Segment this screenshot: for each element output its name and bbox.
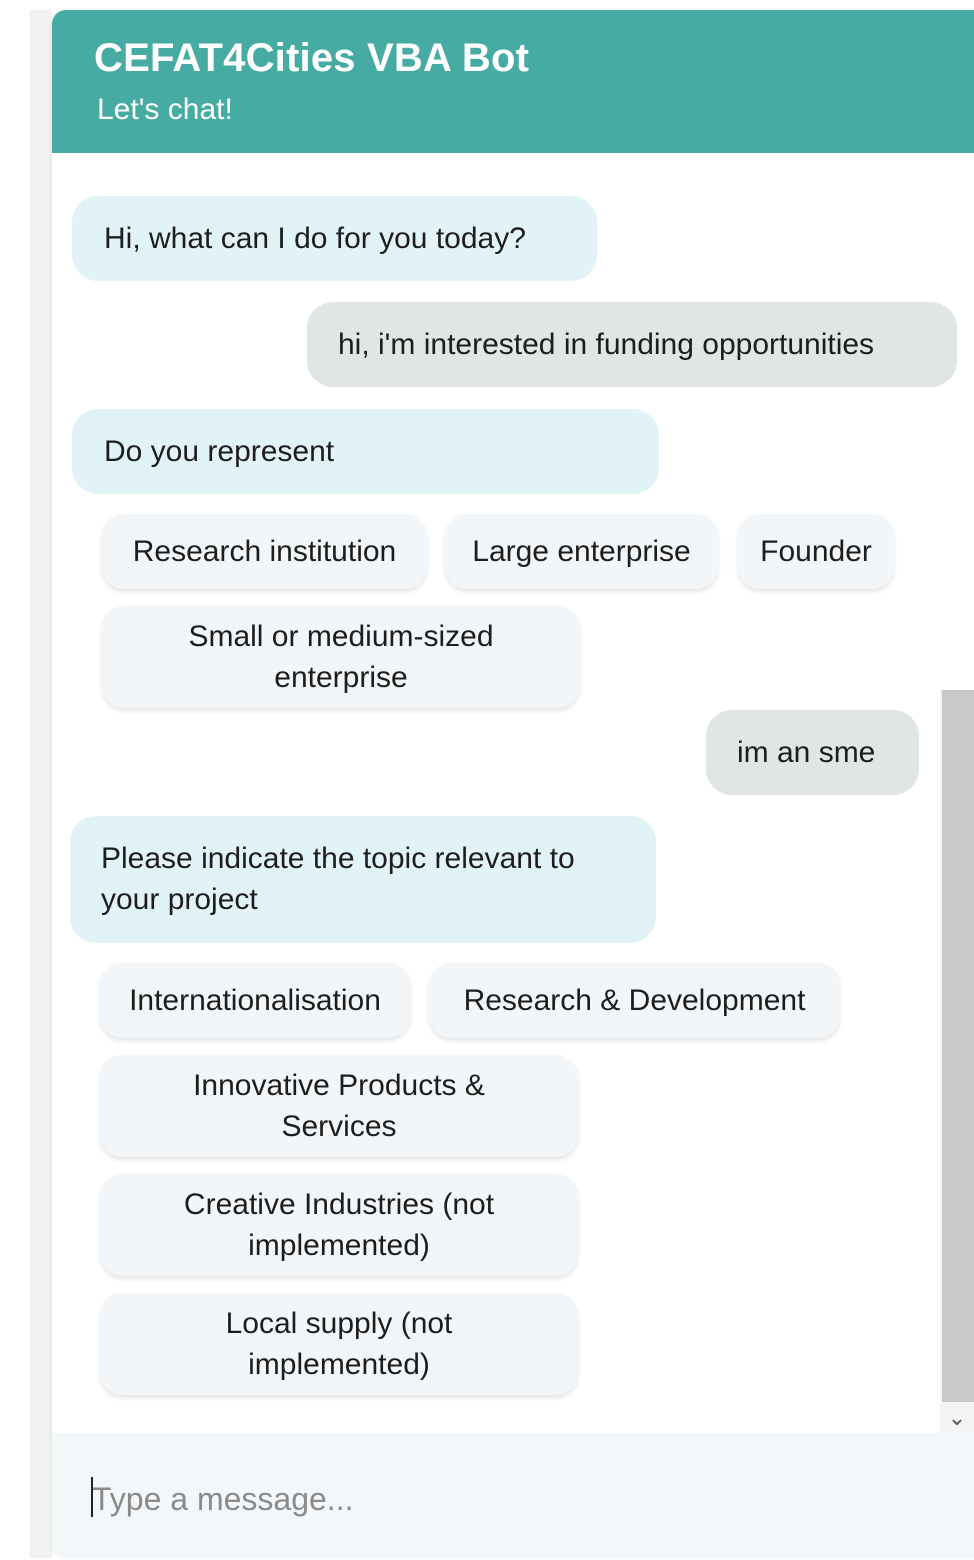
option-sme[interactable]: Small or medium-sized enterprise — [102, 606, 580, 708]
background-strip — [30, 10, 52, 1558]
option-research-development[interactable]: Research & Development — [429, 963, 840, 1038]
option-local-supply[interactable]: Local supply (not implemented) — [100, 1293, 578, 1395]
scrollbar-thumb[interactable] — [942, 690, 974, 1402]
message-input[interactable] — [90, 1473, 934, 1525]
chevron-down-icon[interactable]: ⌄ — [940, 1402, 974, 1433]
bot-message: Do you represent — [72, 409, 659, 494]
message-list: Hi, what can I do for you today? hi, i'm… — [52, 153, 974, 1433]
option-innovative-products[interactable]: Innovative Products & Services — [100, 1055, 578, 1157]
option-creative-industries[interactable]: Creative Industries (not implemented) — [100, 1174, 578, 1276]
bot-message: Hi, what can I do for you today? — [72, 196, 597, 281]
chat-subtitle: Let's chat! — [97, 93, 233, 126]
bot-message: Please indicate the topic relevant to yo… — [70, 816, 656, 943]
chat-title: CEFAT4Cities VBA Bot — [94, 36, 530, 80]
user-message: hi, i'm interested in funding opportunit… — [307, 302, 957, 387]
option-internationalisation[interactable]: Internationalisation — [100, 963, 410, 1038]
message-composer — [52, 1433, 974, 1558]
scrollbar[interactable]: ⌄ — [940, 690, 974, 1433]
option-founder[interactable]: Founder — [738, 514, 894, 589]
chat-widget: CEFAT4Cities VBA Bot Let's chat! Hi, wha… — [52, 10, 974, 1558]
chat-header: CEFAT4Cities VBA Bot Let's chat! — [52, 10, 974, 153]
user-message: im an sme — [706, 710, 919, 795]
text-caret — [91, 1477, 93, 1517]
option-research-institution[interactable]: Research institution — [102, 514, 427, 589]
option-large-enterprise[interactable]: Large enterprise — [445, 514, 718, 589]
